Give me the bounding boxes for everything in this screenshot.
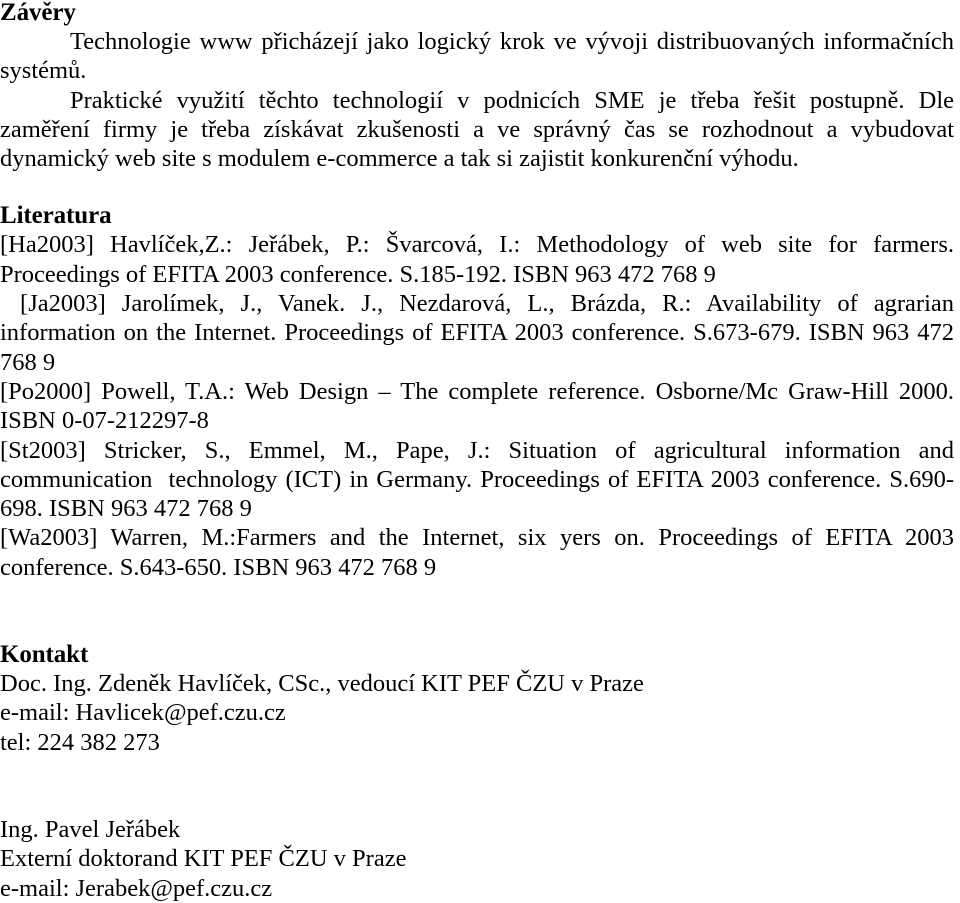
contact-two-name: Ing. Pavel Jeřábek bbox=[0, 815, 181, 843]
conclusions-paragraph-2: Praktické využití těchto technologií v p… bbox=[0, 86, 954, 173]
contact-block-spacer bbox=[0, 757, 954, 815]
document-page: Závěry Technologie www přicházejí jako l… bbox=[0, 0, 960, 902]
section-spacer-kontakt bbox=[0, 582, 954, 640]
reference-ha2003: [Ha2003] Havlíček,Z.: Jeřábek, P.: Švarc… bbox=[0, 231, 960, 288]
section-heading-kontakt: Kontakt bbox=[0, 641, 89, 669]
section-heading-zavery: Závěry bbox=[0, 0, 76, 26]
contact-two-email: e-mail: Jerabek@pef.czu.cz bbox=[0, 874, 273, 902]
section-spacer-literature bbox=[0, 173, 954, 201]
contact-one-name: Doc. Ing. Zdeněk Havlíček, CSc., vedoucí… bbox=[0, 670, 644, 698]
section-heading-literatura: Literatura bbox=[0, 202, 112, 230]
contact-one-phone: tel: 224 382 273 bbox=[0, 728, 160, 756]
contact-one-email: e-mail: Havlicek@pef.czu.cz bbox=[0, 699, 286, 727]
reference-ja2003: [Ja2003] Jarolímek, J., Vanek. J., Nezda… bbox=[0, 290, 960, 376]
document-content: Závěry Technologie www přicházejí jako l… bbox=[0, 0, 954, 903]
reference-po2000: [Po2000] Powell, T.A.: Web Design – The … bbox=[0, 377, 960, 435]
conclusions-paragraph-1: Technologie www přicházejí jako logický … bbox=[0, 28, 954, 85]
reference-wa2003: [Wa2003] Warren, M.:Farmers and the Inte… bbox=[0, 524, 960, 581]
contact-two-role: Externí doktorand KIT PEF ČZU v Praze bbox=[0, 845, 407, 873]
reference-st2003: [St2003] Stricker, S., Emmel, M., Pape, … bbox=[0, 436, 960, 523]
